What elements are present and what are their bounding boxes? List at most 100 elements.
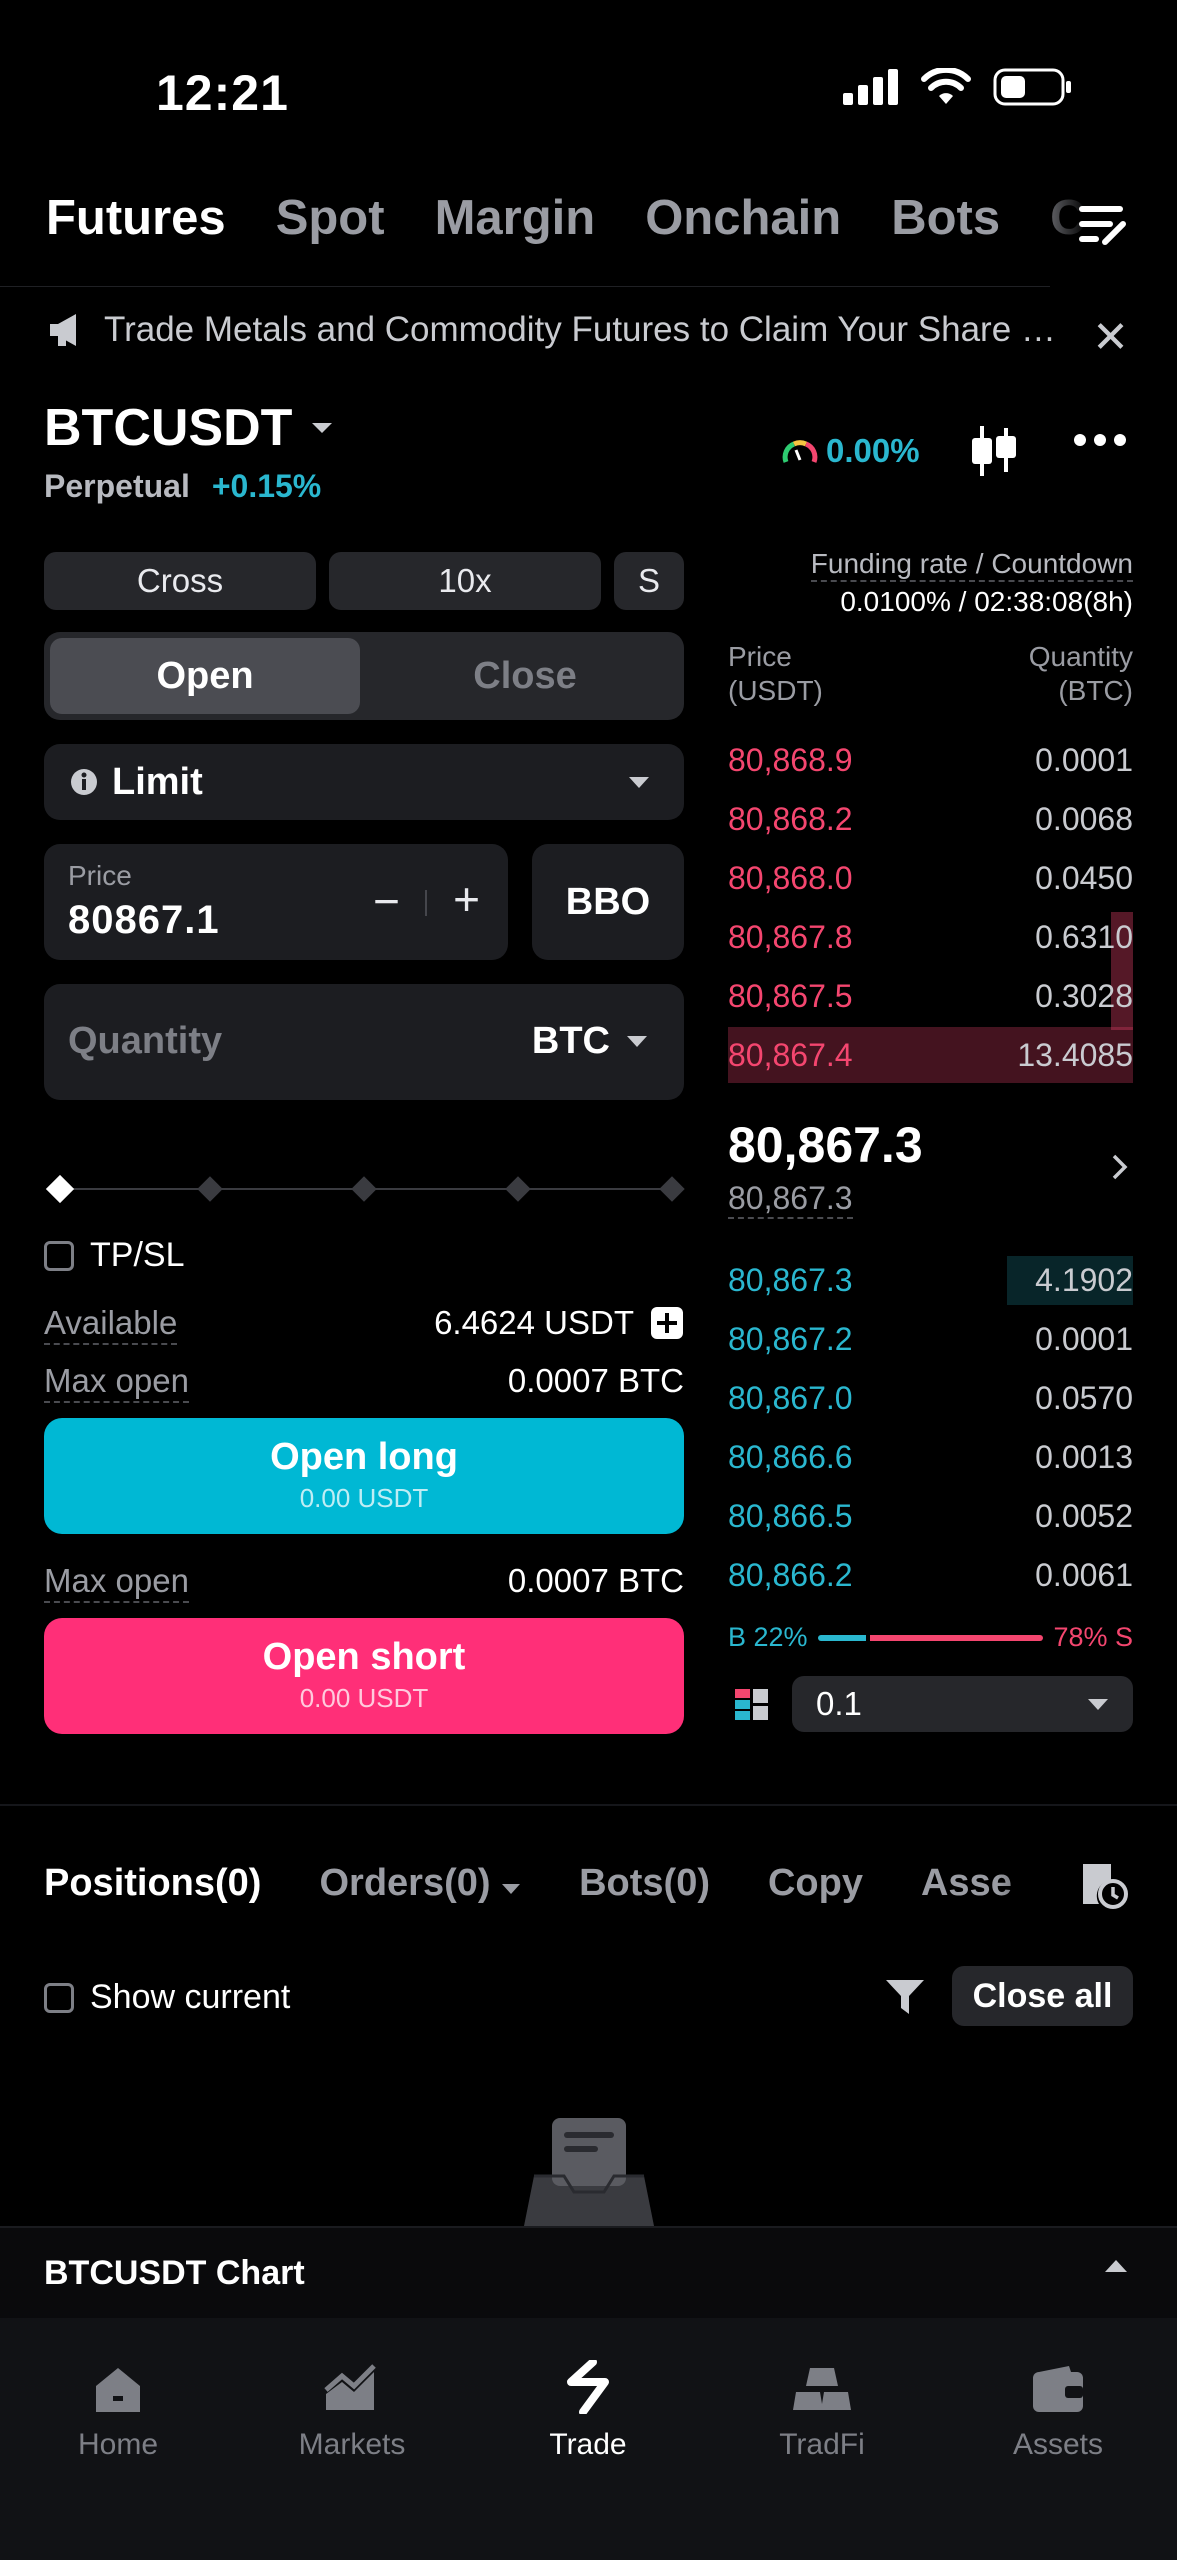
slider-handle[interactable]: [45, 1174, 75, 1204]
price-change: +0.15%: [211, 468, 322, 504]
orderbook-price-header: Price (USDT): [728, 641, 823, 706]
bid-row[interactable]: 80,866.6 0.0013: [728, 1429, 1133, 1485]
buy-sell-ratio: B 22% 78% S: [728, 1622, 1133, 1653]
funding-rate-value: 0.0100% / 02:38:08(8h): [840, 586, 1133, 617]
funding-rate-label[interactable]: Funding rate / Countdown: [810, 548, 1133, 582]
increment-button[interactable]: +: [453, 872, 480, 926]
orderbook-layout-icon[interactable]: [734, 1688, 770, 1727]
tab-futures[interactable]: Futures: [46, 190, 226, 246]
close-icon[interactable]: ✕: [1092, 312, 1129, 363]
ask-row[interactable]: 80,868.9 0.0001: [728, 732, 1133, 788]
symbol-name: BTCUSDT: [44, 399, 293, 457]
caret-down-icon: [627, 1036, 647, 1047]
open-long-cost: 0.00 USDT: [299, 1483, 429, 1513]
tab-copy[interactable]: Copy: [768, 1862, 863, 1905]
tab-open[interactable]: Open: [50, 638, 360, 714]
tab-bots[interactable]: Bots(0): [579, 1862, 710, 1905]
order-type-select[interactable]: Limit: [44, 744, 684, 820]
tab-orders[interactable]: Orders(0): [319, 1862, 521, 1905]
ratio-bar: [817, 1634, 1044, 1641]
bid-row[interactable]: 80,866.2 0.0061: [728, 1547, 1133, 1603]
symbol-selector[interactable]: BTCUSDT: [44, 398, 334, 458]
symbol-subtitle: Perpetual +0.15%: [44, 468, 321, 505]
open-long-label: Open long: [270, 1436, 458, 1478]
slider-stop-25[interactable]: [197, 1176, 223, 1202]
trade-icon: [567, 2360, 609, 2414]
wallet-icon: [1033, 2366, 1083, 2412]
quantity-unit-select[interactable]: BTC: [532, 1020, 648, 1063]
depth-step-select[interactable]: 0.1: [792, 1676, 1133, 1732]
max-open-long-label: Max open: [44, 1362, 189, 1403]
ask-row[interactable]: 80,867.4 13.4085: [728, 1027, 1133, 1083]
nav-tradfi[interactable]: TradFi: [722, 2354, 922, 2462]
nav-home[interactable]: Home: [18, 2354, 218, 2462]
tab-bots[interactable]: Bots: [891, 190, 1000, 246]
tab-margin[interactable]: Margin: [435, 190, 596, 246]
open-long-button[interactable]: Open long 0.00 USDT: [44, 1418, 684, 1534]
open-short-button[interactable]: Open short 0.00 USDT: [44, 1618, 684, 1734]
slider-stop-100[interactable]: [659, 1176, 685, 1202]
stepper-divider: [425, 890, 427, 916]
nav-trade[interactable]: Trade: [488, 2354, 688, 2462]
chevron-right-icon[interactable]: [1111, 1148, 1129, 1190]
chevron-up-icon: [1105, 2260, 1127, 2272]
tpsl-checkbox[interactable]: TP/SL: [44, 1236, 184, 1275]
checkbox[interactable]: [44, 1982, 74, 2013]
signal-icon: [843, 69, 898, 105]
nav-assets[interactable]: Assets: [958, 2354, 1158, 2462]
tab-onchain[interactable]: Onchain: [645, 190, 841, 246]
mark-price[interactable]: 80,867.3: [728, 1180, 853, 1219]
sentiment-gauge[interactable]: 0.00%: [782, 432, 920, 470]
status-icons: [843, 68, 1073, 106]
info-icon: [71, 769, 97, 795]
close-all-button[interactable]: Close all: [952, 1966, 1133, 2026]
position-mode-button[interactable]: S: [614, 552, 684, 610]
bbo-button[interactable]: BBO: [532, 844, 684, 960]
available-value-row: 6.4624 USDT: [434, 1304, 684, 1342]
nav-markets[interactable]: Markets: [252, 2354, 452, 2462]
open-short-cost: 0.00 USDT: [299, 1683, 429, 1713]
add-funds-icon[interactable]: [650, 1306, 684, 1340]
ask-row[interactable]: 80,867.8 0.6310: [728, 909, 1133, 965]
filter-icon[interactable]: [884, 1976, 926, 2023]
gauge-icon: [782, 440, 818, 463]
bid-row[interactable]: 80,867.0 0.0570: [728, 1370, 1133, 1426]
battery-icon: [993, 68, 1071, 106]
slider-stop-50[interactable]: [351, 1176, 377, 1202]
history-icon[interactable]: [1077, 1858, 1129, 1915]
bottom-nav: Home Markets Trade TradFi Assets: [0, 2318, 1177, 2560]
empty-state-icon: [524, 2116, 654, 2231]
markets-icon: [324, 2364, 376, 2410]
quantity-input[interactable]: Quantity: [68, 1020, 222, 1063]
bid-row[interactable]: 80,867.3 4.1902: [728, 1252, 1133, 1308]
announcement-banner[interactable]: Trade Metals and Commodity Futures to Cl…: [46, 310, 1106, 350]
wifi-icon: [921, 68, 971, 104]
decrement-button[interactable]: −: [373, 874, 400, 928]
ask-row[interactable]: 80,867.5 0.3028: [728, 968, 1133, 1024]
ask-row[interactable]: 80,868.0 0.0450: [728, 850, 1133, 906]
bid-row[interactable]: 80,867.2 0.0001: [728, 1311, 1133, 1367]
order-type-label: Limit: [112, 760, 203, 803]
buy-ratio-label: B 22%: [728, 1622, 808, 1652]
quantity-field[interactable]: Quantity BTC: [44, 984, 684, 1100]
price-field[interactable]: Price 80867.1 − +: [44, 844, 508, 960]
sell-ratio-label: 78% S: [1053, 1622, 1133, 1652]
slider-stop-75[interactable]: [505, 1176, 531, 1202]
price-input[interactable]: 80867.1: [68, 898, 220, 943]
show-current-checkbox[interactable]: Show current: [44, 1978, 290, 2017]
more-icon[interactable]: [1072, 432, 1128, 453]
checkbox[interactable]: [44, 1240, 74, 1271]
tab-close[interactable]: Close: [370, 638, 680, 714]
menu-icon[interactable]: [1077, 202, 1127, 251]
bid-row[interactable]: 80,866.5 0.0052: [728, 1488, 1133, 1544]
ask-row[interactable]: 80,868.2 0.0068: [728, 791, 1133, 847]
max-open-short-label: Max open: [44, 1562, 189, 1603]
leverage-button[interactable]: 10x: [329, 552, 601, 610]
orderbook-qty-header: Quantity (BTC): [1028, 641, 1133, 706]
section-divider: [0, 1804, 1177, 1806]
tab-positions[interactable]: Positions(0): [44, 1862, 261, 1905]
chart-panel-header[interactable]: BTCUSDT Chart: [0, 2226, 1177, 2318]
candlestick-icon[interactable]: [968, 424, 1020, 483]
margin-mode-button[interactable]: Cross: [44, 552, 316, 610]
tab-spot[interactable]: Spot: [276, 190, 385, 246]
